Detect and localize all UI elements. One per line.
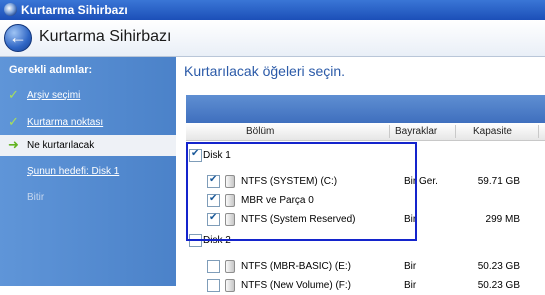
partition-name: NTFS (MBR-BASIC) (E:)	[241, 261, 351, 272]
step-label: Ne kurtarılacak	[27, 140, 95, 151]
step-label: Bitir	[27, 192, 45, 203]
column-header-flags[interactable]: Bayraklar	[395, 126, 437, 137]
window-title: Kurtarma Sihirbazı	[21, 3, 128, 17]
partition-row[interactable]: NTFS (MBR-BASIC) (E:) Bir 50.23 GB	[186, 256, 545, 276]
wizard-title: Kurtarma Sihirbazı	[39, 28, 172, 45]
column-separator[interactable]	[455, 125, 456, 138]
column-separator[interactable]	[538, 125, 539, 138]
step-what-to-recover[interactable]: ➜ Ne kurtarılacak	[0, 135, 176, 156]
highlight-box	[186, 142, 417, 241]
page-title: Kurtarılacak öğeleri seçin.	[184, 63, 346, 79]
disk-icon	[225, 260, 235, 273]
column-header-row: Bölüm Bayraklar Kapasite	[186, 123, 545, 141]
column-header-partition[interactable]: Bölüm	[246, 126, 274, 137]
step-destination[interactable]: Şunun hedefi: Disk 1	[0, 161, 176, 182]
checkmark-icon: ✓	[8, 87, 19, 102]
back-arrow-icon[interactable]: ←	[4, 24, 32, 52]
partition-checkbox[interactable]	[207, 260, 220, 273]
partition-capacity: 299 MB	[485, 214, 520, 225]
partition-flags: Bir	[404, 261, 417, 272]
table-toolbar	[186, 95, 545, 123]
checkmark-icon: ✓	[8, 114, 19, 129]
wizard-header: ← Kurtarma Sihirbazı	[0, 20, 545, 57]
app-icon	[4, 3, 17, 16]
partition-capacity: 50.23 GB	[477, 261, 520, 272]
title-bar: Kurtarma Sihirbazı	[0, 0, 545, 20]
arrow-right-icon: ➜	[8, 137, 19, 152]
step-label: Kurtarma noktası	[27, 117, 104, 128]
partition-capacity: 59.71 GB	[477, 176, 520, 187]
step-finish: Bitir	[0, 187, 176, 208]
column-header-capacity[interactable]: Kapasite	[473, 126, 512, 137]
step-recovery-point[interactable]: ✓ Kurtarma noktası	[0, 112, 176, 133]
steps-heading: Gerekli adımlar:	[9, 64, 93, 76]
step-archive-selection[interactable]: ✓ Arşiv seçimi	[0, 85, 176, 106]
step-label: Şunun hedefi: Disk 1	[27, 166, 120, 177]
partition-row[interactable]: NTFS (New Volume) (F:) Bir 50.23 GB	[186, 275, 545, 295]
column-separator[interactable]	[389, 125, 390, 138]
steps-sidebar: Gerekli adımlar: ✓ Arşiv seçimi ✓ Kurtar…	[0, 57, 176, 286]
step-label: Arşiv seçimi	[27, 90, 81, 101]
